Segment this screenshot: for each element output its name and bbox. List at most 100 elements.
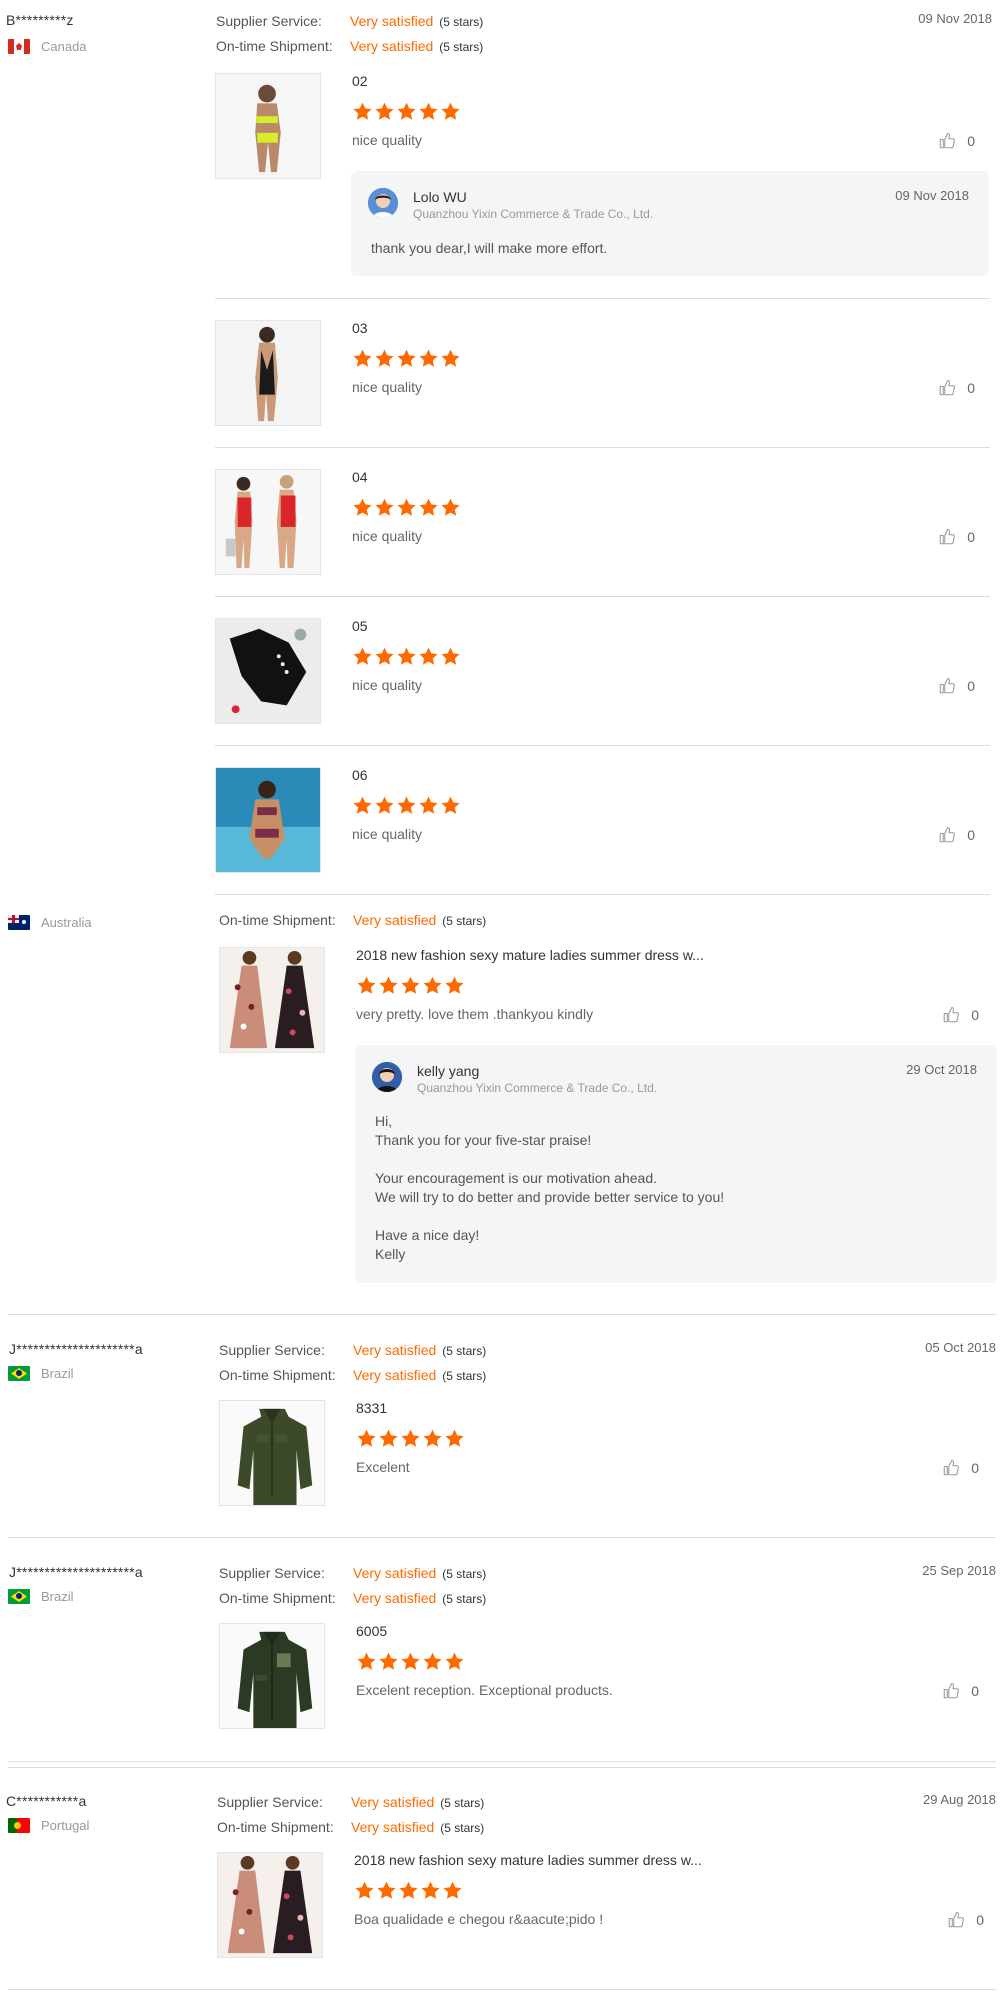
shipment-label: On-time Shipment: — [219, 1590, 336, 1606]
reply-date: 09 Nov 2018 — [895, 188, 969, 203]
divider — [215, 894, 990, 895]
star-icon — [422, 1428, 443, 1449]
star-icon — [356, 1428, 377, 1449]
buyer-name: C***********a — [6, 1793, 87, 1809]
item-rating-stars — [352, 101, 461, 122]
item-rating-stars — [356, 975, 465, 996]
flag-australia-icon — [8, 915, 30, 930]
product-thumbnail[interactable] — [215, 73, 321, 179]
product-title[interactable]: 05 — [352, 618, 368, 634]
like-count: 0 — [967, 133, 975, 149]
review-item: 06 nice quality 0 — [215, 767, 995, 873]
divider — [215, 447, 990, 448]
star-icon — [374, 646, 395, 667]
reply-line — [375, 1150, 724, 1169]
review-item: 02 nice quality 0 Lolo WU Quanzhou Yixin… — [215, 73, 995, 299]
star-icon — [374, 497, 395, 518]
like-count: 0 — [967, 678, 975, 694]
product-title[interactable]: 03 — [352, 320, 368, 336]
reply-author: kelly yang — [417, 1063, 480, 1079]
star-icon — [398, 1880, 419, 1901]
country-name: Canada — [41, 39, 87, 54]
like-button[interactable]: 0 — [938, 528, 975, 546]
review-text: Boa qualidade e chegou r&aacute;pido ! — [354, 1911, 604, 1927]
like-button[interactable]: 0 — [942, 1459, 979, 1477]
review-item: 2018 new fashion sexy mature ladies summ… — [219, 947, 999, 1297]
product-title[interactable]: 6005 — [356, 1623, 387, 1639]
like-button[interactable]: 0 — [938, 379, 975, 397]
product-thumbnail[interactable] — [215, 469, 321, 575]
like-button[interactable]: 0 — [938, 132, 975, 150]
thumbs-up-icon — [938, 826, 956, 844]
shipment-stars: (5 stars) — [442, 1592, 487, 1606]
product-thumbnail[interactable] — [215, 618, 321, 724]
product-title[interactable]: 8331 — [356, 1400, 387, 1416]
shipment-value: Very satisfied — [350, 38, 434, 54]
star-icon — [356, 1651, 377, 1672]
thumbs-up-icon — [942, 1682, 960, 1700]
like-count: 0 — [971, 1007, 979, 1023]
like-count: 0 — [971, 1460, 979, 1476]
flag-brazil-icon — [8, 1589, 30, 1604]
flag-canada-icon — [8, 39, 30, 54]
like-button[interactable]: 0 — [938, 677, 975, 695]
product-thumbnail[interactable] — [219, 947, 325, 1053]
buyer-name: J*********************a — [9, 1341, 143, 1357]
star-icon — [418, 646, 439, 667]
star-icon — [440, 348, 461, 369]
review-card: J*********************a Brazil Supplier … — [0, 1330, 1000, 1540]
reply-body: Hi, Thank you for your five-star praise!… — [375, 1112, 724, 1264]
product-title[interactable]: 2018 new fashion sexy mature ladies summ… — [356, 947, 704, 963]
like-button[interactable]: 0 — [942, 1006, 979, 1024]
star-icon — [374, 101, 395, 122]
buyer-country: Brazil — [8, 1589, 74, 1604]
divider — [8, 1761, 996, 1762]
reply-line: thank you dear,I will make more effort. — [371, 240, 608, 256]
product-thumbnail[interactable] — [219, 1623, 325, 1729]
product-title[interactable]: 02 — [352, 73, 368, 89]
like-button[interactable]: 0 — [938, 826, 975, 844]
country-name: Brazil — [41, 1366, 74, 1381]
thumbs-up-icon — [942, 1006, 960, 1024]
country-name: Brazil — [41, 1589, 74, 1604]
buyer-country: Canada — [8, 39, 87, 54]
shipment-value: Very satisfied — [353, 1367, 437, 1383]
review-item: 6005 Excelent reception. Exceptional pro… — [219, 1623, 999, 1729]
supplier-service-label: Supplier Service: — [216, 13, 322, 29]
star-icon — [440, 497, 461, 518]
divider — [8, 1989, 996, 1990]
supplier-service-rating: Supplier Service: Very satisfied (5 stars) — [219, 1565, 486, 1581]
star-icon — [352, 795, 373, 816]
product-thumbnail[interactable] — [215, 320, 321, 426]
buyer-name: B*********z — [6, 12, 74, 28]
item-rating-stars — [356, 1651, 465, 1672]
country-name: Australia — [41, 915, 92, 930]
like-button[interactable]: 0 — [947, 1911, 984, 1929]
star-icon — [444, 1651, 465, 1672]
thumbs-up-icon — [938, 528, 956, 546]
product-thumbnail[interactable] — [215, 767, 321, 873]
buyer-country: Portugal — [8, 1818, 89, 1833]
shipment-rating: On-time Shipment: Very satisfied (5 stars) — [219, 1590, 486, 1606]
star-icon — [422, 1651, 443, 1672]
product-title[interactable]: 06 — [352, 767, 368, 783]
review-text: nice quality — [352, 528, 423, 544]
star-icon — [396, 101, 417, 122]
review-card: Australia On-time Shipment: Very satisfie… — [0, 900, 1000, 1315]
item-rating-stars — [352, 497, 461, 518]
shipment-label: On-time Shipment: — [219, 912, 336, 928]
shipment-label: On-time Shipment: — [217, 1819, 334, 1835]
product-thumbnail[interactable] — [219, 1400, 325, 1506]
product-title[interactable]: 04 — [352, 469, 368, 485]
reply-line: Your encouragement is our motivation ahe… — [375, 1170, 657, 1186]
star-icon — [374, 348, 395, 369]
star-icon — [440, 101, 461, 122]
like-button[interactable]: 0 — [942, 1682, 979, 1700]
star-icon — [356, 975, 377, 996]
avatar — [368, 188, 398, 218]
reply-line: Hi, — [375, 1113, 393, 1129]
review-text: nice quality — [352, 826, 423, 842]
product-thumbnail[interactable] — [217, 1852, 323, 1958]
star-icon — [378, 1651, 399, 1672]
product-title[interactable]: 2018 new fashion sexy mature ladies summ… — [354, 1852, 702, 1868]
